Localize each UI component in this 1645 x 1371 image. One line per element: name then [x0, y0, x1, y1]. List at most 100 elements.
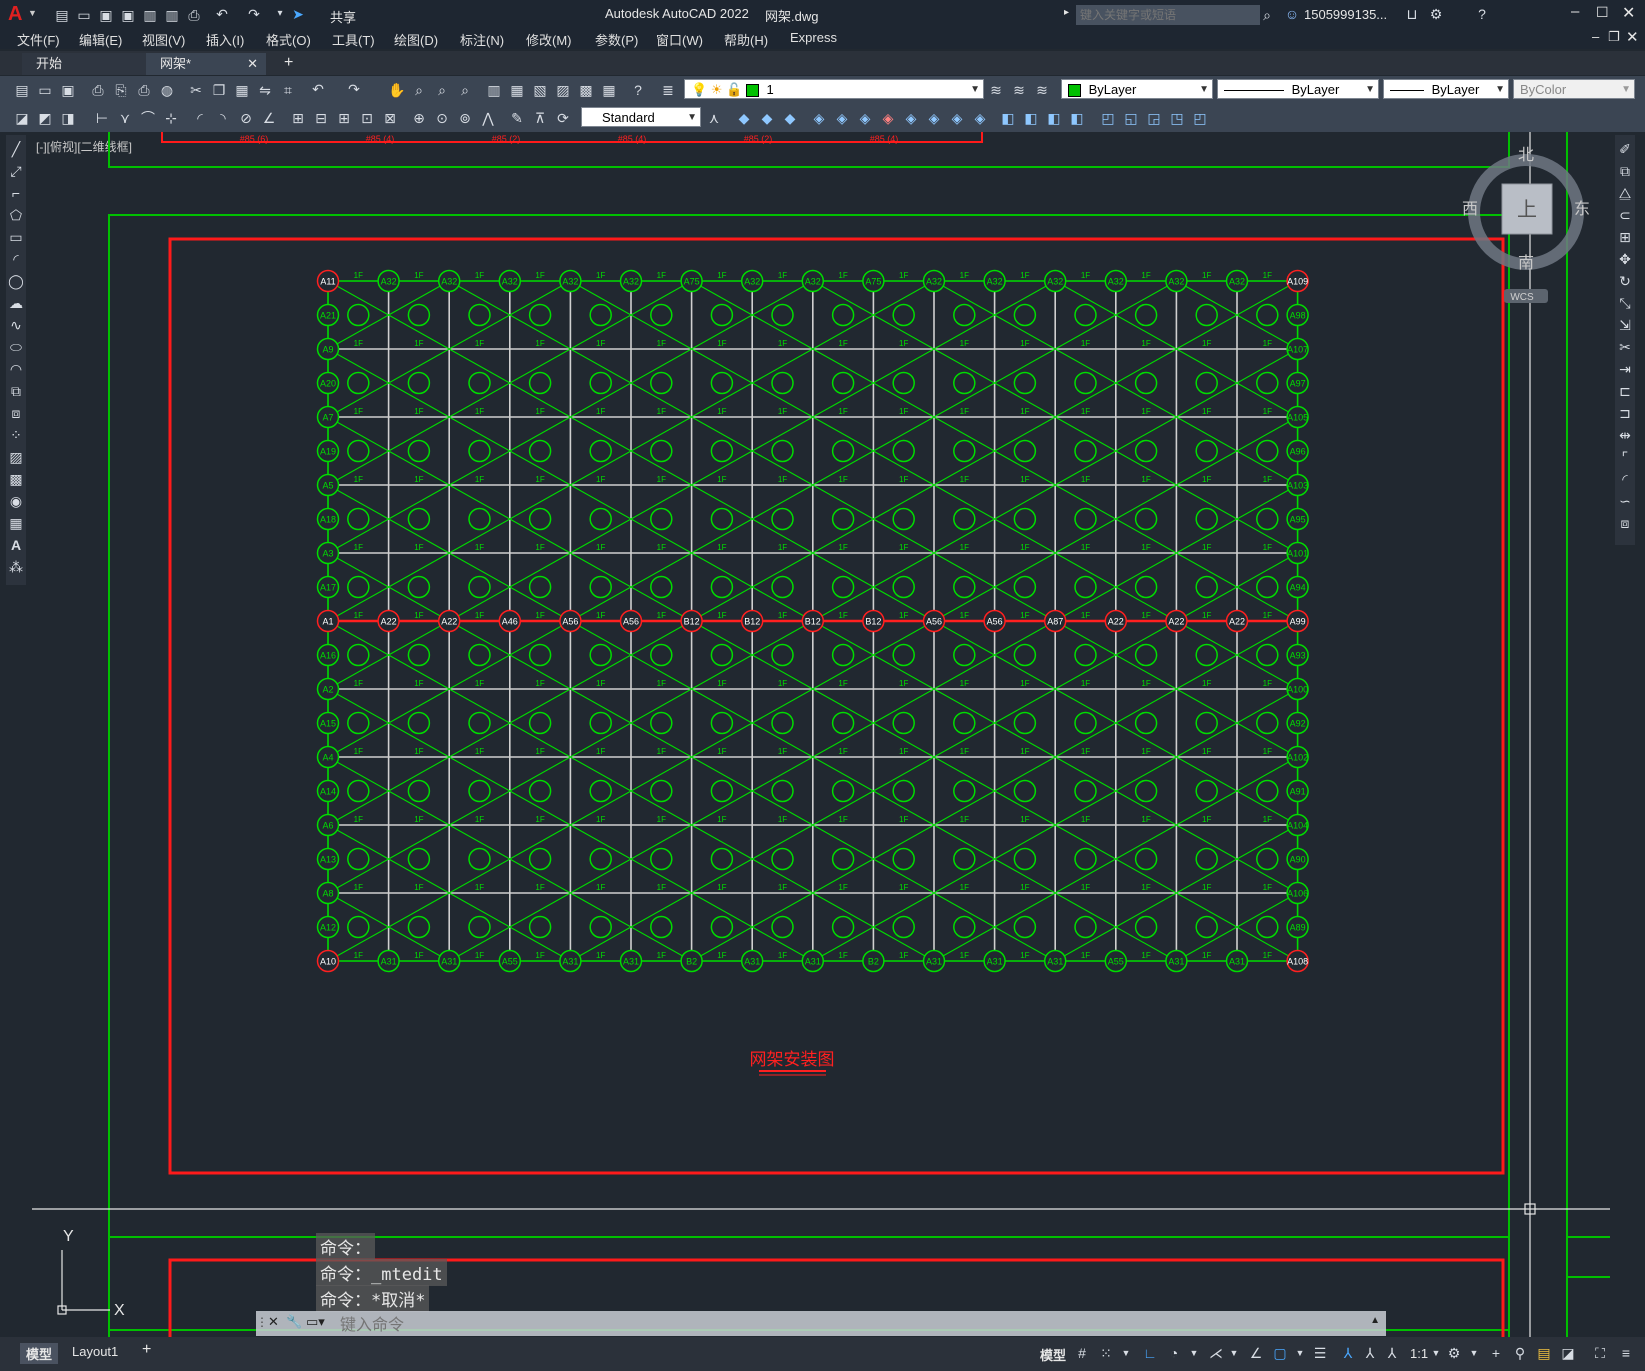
- copy-icon[interactable]: ❐: [211, 82, 227, 98]
- polygon-icon[interactable]: ⬠: [8, 207, 24, 223]
- qnew-icon[interactable]: ▤: [14, 82, 30, 98]
- grid-node[interactable]: A20: [316, 371, 340, 395]
- tab-drawing[interactable]: 网架* ✕: [146, 53, 266, 75]
- viewcube-east[interactable]: 东: [1574, 199, 1590, 218]
- grid-node[interactable]: [892, 371, 915, 395]
- grid-node[interactable]: [1134, 915, 1158, 939]
- menu-help[interactable]: 帮助(H): [724, 30, 768, 49]
- grid-node[interactable]: [1195, 915, 1218, 939]
- grid-node[interactable]: [831, 915, 855, 939]
- grid-node[interactable]: [1195, 643, 1218, 667]
- grid-node[interactable]: [771, 371, 794, 395]
- grid-node[interactable]: [1256, 779, 1279, 803]
- grid-node[interactable]: [831, 439, 855, 463]
- isodraft-icon[interactable]: ⋌: [1208, 1345, 1224, 1361]
- grid-node[interactable]: A32: [922, 269, 946, 293]
- grid-node[interactable]: [831, 779, 855, 803]
- workspace-gear-icon[interactable]: ⚙: [1446, 1345, 1462, 1361]
- menu-insert[interactable]: 插入(I): [206, 30, 244, 49]
- grid-node[interactable]: A89: [1286, 915, 1309, 939]
- doc-restore-icon[interactable]: ❐: [1608, 29, 1620, 45]
- ucs-icon[interactable]: ◰: [1100, 110, 1116, 126]
- inspection-icon[interactable]: ⊚: [457, 110, 473, 126]
- grid-node[interactable]: [953, 915, 976, 939]
- layout-tab-layout1[interactable]: Layout1: [72, 1344, 118, 1359]
- grid-node[interactable]: [589, 711, 612, 735]
- grid-node[interactable]: [407, 507, 431, 531]
- dimstyle-dropdown[interactable]: Standard ▼: [581, 107, 701, 127]
- annotation-scale-icon[interactable]: ⅄: [1384, 1345, 1400, 1361]
- dim-jogged-icon[interactable]: ◝: [215, 110, 231, 126]
- break-object-icon[interactable]: ⊐: [1617, 405, 1633, 421]
- maximize-icon[interactable]: ☐: [1596, 4, 1609, 21]
- menu-parametric[interactable]: 参数(P): [595, 30, 638, 49]
- grid-node[interactable]: [528, 303, 552, 327]
- menu-format[interactable]: 格式(O): [266, 30, 311, 49]
- grid-node[interactable]: [347, 439, 370, 463]
- grid-node[interactable]: [771, 643, 794, 667]
- web-save-icon[interactable]: ▥: [164, 7, 180, 23]
- grid-node[interactable]: [347, 303, 370, 327]
- grid-node[interactable]: [407, 371, 431, 395]
- grid-node[interactable]: [528, 779, 552, 803]
- web-open-icon[interactable]: ▥: [142, 7, 158, 23]
- scale-menu-icon[interactable]: ▼: [1428, 1345, 1444, 1361]
- grid-node[interactable]: A106: [1286, 881, 1309, 905]
- command-customize-icon[interactable]: 🔧: [286, 1314, 302, 1330]
- grid-node[interactable]: A102: [1286, 745, 1309, 769]
- grid-node[interactable]: A32: [983, 269, 1006, 293]
- explode-icon[interactable]: ◧: [1046, 110, 1062, 126]
- user-name[interactable]: 1505999135...: [1304, 7, 1387, 22]
- point-icon[interactable]: ⁘: [8, 427, 24, 443]
- grid-node[interactable]: B2: [680, 949, 703, 973]
- grid-node[interactable]: [892, 507, 915, 531]
- grid-node[interactable]: [1074, 779, 1097, 803]
- layer-properties-icon[interactable]: ≣: [660, 82, 676, 98]
- grid-node[interactable]: A22: [437, 609, 461, 633]
- grid-node[interactable]: [1013, 575, 1037, 599]
- customize-qat-icon[interactable]: ▾: [272, 6, 288, 22]
- menu-draw[interactable]: 绘图(D): [394, 30, 438, 49]
- grid-node[interactable]: A55: [498, 949, 522, 973]
- move-3d-icon[interactable]: ◆: [736, 110, 752, 126]
- grid-node[interactable]: A31: [922, 949, 946, 973]
- stretch-icon[interactable]: ◈: [903, 110, 919, 126]
- dim-text-edit-icon[interactable]: ⊼: [532, 110, 548, 126]
- grid-node[interactable]: [468, 439, 491, 463]
- grid-node[interactable]: [1134, 779, 1158, 803]
- grid-node[interactable]: [1195, 439, 1218, 463]
- add-selected-icon[interactable]: ⁂: [8, 559, 24, 575]
- markup-icon[interactable]: ▩: [578, 82, 594, 98]
- grid-node[interactable]: A32: [740, 269, 764, 293]
- grid-node[interactable]: [650, 643, 673, 667]
- dim-angular-icon[interactable]: ∠: [261, 110, 277, 126]
- dim-aligned-icon[interactable]: ⋎: [117, 110, 133, 126]
- chamfer-object-icon[interactable]: ⌜: [1617, 449, 1633, 465]
- help-tb-icon[interactable]: ?: [630, 82, 646, 98]
- command-expand-icon[interactable]: ▲: [1370, 1315, 1380, 1326]
- grid-node[interactable]: B2: [862, 949, 885, 973]
- center-mark-icon[interactable]: ⊙: [434, 110, 450, 126]
- polyline-icon[interactable]: ⌐: [8, 185, 24, 201]
- grid-node[interactable]: A94: [1286, 575, 1309, 599]
- save-tb-icon[interactable]: ▣: [60, 82, 76, 98]
- grid-node[interactable]: [407, 779, 431, 803]
- grid-node[interactable]: A109: [1286, 269, 1309, 293]
- grid-node[interactable]: [407, 847, 431, 871]
- grid-node[interactable]: [468, 779, 491, 803]
- grid-node[interactable]: [407, 643, 431, 667]
- extend-icon[interactable]: ◈: [949, 110, 965, 126]
- grid-node[interactable]: [710, 643, 734, 667]
- join-object-icon[interactable]: ⇹: [1617, 427, 1633, 443]
- copy-3d-icon[interactable]: ◆: [759, 110, 775, 126]
- share-label[interactable]: 共享: [330, 7, 356, 26]
- dim-arc-icon[interactable]: ⌒: [140, 110, 156, 126]
- grid-node[interactable]: [892, 779, 915, 803]
- grid-node[interactable]: [589, 643, 612, 667]
- blend-curves-icon[interactable]: ∽: [1617, 493, 1633, 509]
- new-file-icon[interactable]: ▤: [54, 7, 70, 23]
- stretch-object-icon[interactable]: ⇲: [1617, 317, 1633, 333]
- grid-node[interactable]: [953, 643, 976, 667]
- grid-node[interactable]: [1195, 303, 1218, 327]
- dim-space-icon[interactable]: ⊡: [359, 110, 375, 126]
